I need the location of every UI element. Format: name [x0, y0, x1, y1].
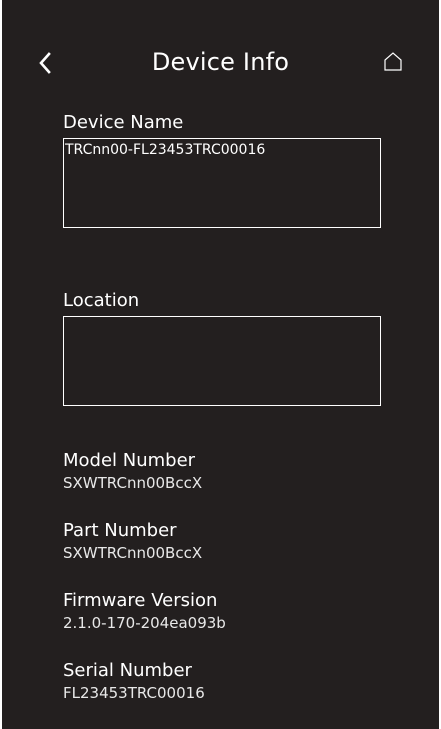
home-outline-icon: [384, 52, 402, 71]
device-info-screen: Device Info Device Name TRCnn00-FL23453T…: [2, 0, 439, 729]
location-field[interactable]: [63, 316, 381, 406]
serial-number-value: FL23453TRC00016: [63, 684, 205, 702]
model-number-label: Model Number: [63, 450, 196, 471]
header-bar: Device Info: [2, 40, 439, 88]
home-button[interactable]: [381, 49, 405, 75]
part-number-value: SXWTRCnn00BccX: [63, 544, 203, 562]
part-number-label: Part Number: [63, 520, 177, 541]
firmware-version-value: 2.1.0-170-204ea093b: [63, 614, 226, 632]
page-title: Device Info: [151, 48, 290, 76]
device-name-label: Device Name: [63, 112, 184, 133]
device-name-field[interactable]: TRCnn00-FL23453TRC00016: [63, 138, 381, 228]
location-label: Location: [63, 290, 140, 311]
serial-number-label: Serial Number: [63, 660, 192, 681]
firmware-version-label: Firmware Version: [63, 590, 218, 611]
model-number-value: SXWTRCnn00BccX: [63, 474, 203, 492]
